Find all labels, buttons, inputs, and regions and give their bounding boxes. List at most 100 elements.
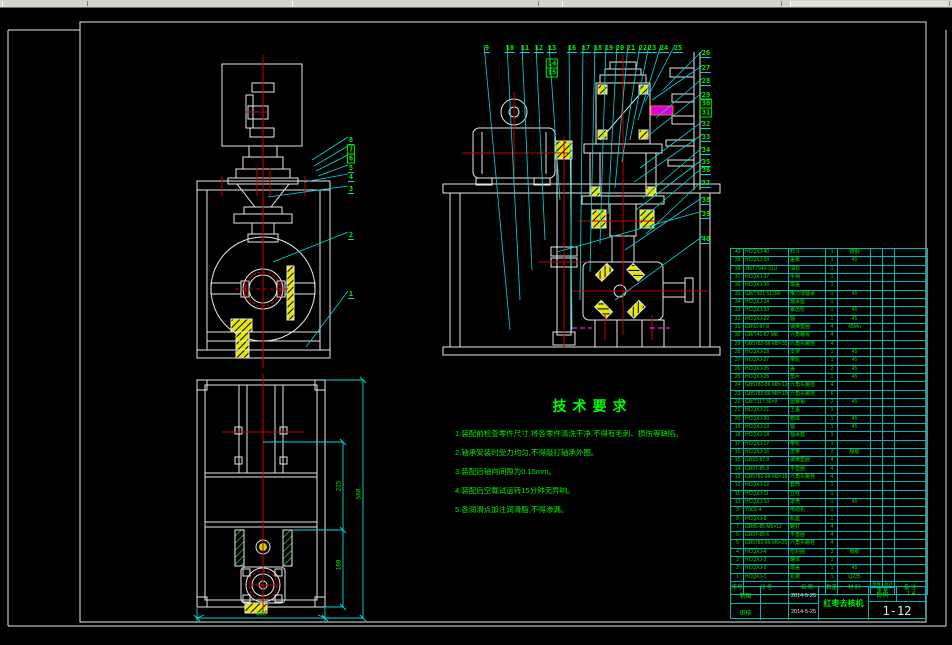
parts-cell-mat: 45	[838, 398, 871, 407]
drawing-title: 红枣去核机	[819, 587, 869, 620]
parts-cell-no: 14	[731, 465, 744, 473]
parts-table-row: 20 HCQXJ-20 箱体 1 45	[731, 415, 927, 424]
parts-cell-no: 15	[731, 457, 744, 465]
parts-cell-qty: 4	[826, 465, 838, 473]
parts-cell-qty: 1	[826, 432, 838, 440]
parts-table-row: 39 HCQXJ-39 盖板 1 45	[731, 257, 927, 266]
parts-cell-w1	[871, 323, 883, 332]
parts-cell-no: 4	[731, 548, 744, 557]
callout-11: 11	[519, 44, 531, 54]
parts-cell-mat	[838, 382, 871, 390]
parts-cell-mat: 45	[838, 365, 871, 373]
parts-cell-w2	[883, 482, 895, 490]
parts-table-row: 32 HCQXJ-32 轴 1 45	[731, 315, 927, 324]
parts-cell-name: 六角头螺栓	[789, 390, 826, 398]
parts-cell-code: HCQXJ-40	[744, 249, 789, 257]
parts-table-row: 11 HCQXJ-11 立柱 1	[731, 490, 927, 499]
checked-date: 2014-5-25	[789, 604, 819, 620]
parts-cell-code: Y90S-4	[744, 507, 789, 515]
parts-cell-w2	[883, 540, 895, 548]
parts-cell-no: 11	[731, 490, 744, 498]
parts-cell-no: 10	[731, 498, 744, 507]
parts-cell-mat	[838, 515, 871, 523]
parts-cell-qty: 1	[826, 490, 838, 498]
parts-cell-code: HCQXJ-10	[744, 498, 789, 507]
parts-table-row: 24 GB5782-86 M8×120 六角头螺栓 4	[731, 382, 927, 391]
parts-cell-mat	[838, 523, 871, 532]
parts-cell-w2	[883, 249, 895, 257]
parts-cell-w2	[883, 532, 895, 540]
parts-cell-code: HCQXJ-20	[744, 415, 789, 423]
parts-cell-mat: 铸钢	[838, 249, 871, 257]
parts-cell-name: 端盖	[789, 565, 826, 573]
parts-cell-qty: 4	[826, 532, 838, 540]
parts-cell-no: 12	[731, 482, 744, 490]
parts-cell-name: 手柄	[789, 273, 826, 282]
parts-cell-w1	[871, 532, 883, 540]
callout-17: 17	[580, 44, 592, 54]
parts-cell-note	[895, 291, 925, 298]
parts-cell-w2	[883, 440, 895, 448]
parts-cell-no: 17	[731, 440, 744, 448]
parts-cell-note	[895, 332, 925, 339]
parts-cell-w2	[883, 415, 895, 423]
parts-cell-w1	[871, 332, 883, 340]
parts-cell-w1	[871, 273, 883, 282]
parts-cell-w2	[883, 573, 895, 582]
parts-cell-no: 36	[731, 282, 744, 290]
parts-cell-w2	[883, 365, 895, 373]
app-toolbar[interactable]	[0, 0, 952, 8]
parts-cell-w1	[871, 457, 883, 465]
parts-cell-code: HCQXJ-4	[744, 548, 789, 557]
parts-cell-name: 套筒	[789, 482, 826, 490]
parts-cell-qty: 1	[826, 507, 838, 515]
toolbar-segment	[562, 1, 782, 6]
parts-cell-name: 带轮	[789, 357, 826, 365]
parts-cell-no: 35	[731, 290, 744, 298]
parts-cell-qty: 1	[826, 440, 838, 448]
parts-cell-w2	[883, 523, 895, 532]
parts-cell-code: HCQXJ-17	[744, 440, 789, 448]
callout-27: 27	[700, 64, 712, 74]
parts-cell-note	[895, 474, 925, 481]
callout-10: 10	[504, 44, 516, 54]
parts-cell-qty: 1	[826, 373, 838, 382]
parts-cell-qty: 4	[826, 473, 838, 482]
parts-cell-mat	[838, 298, 871, 307]
parts-cell-qty: 4	[826, 457, 838, 465]
parts-cell-name: 平垫圈	[789, 465, 826, 473]
parts-cell-mat	[838, 273, 871, 282]
parts-cell-w2	[883, 498, 895, 507]
parts-cell-w1	[871, 298, 883, 307]
parts-cell-qty: 2	[826, 398, 838, 407]
parts-cell-note	[895, 349, 925, 356]
parts-cell-qty: 1	[826, 315, 838, 323]
parts-cell-w1	[871, 465, 883, 473]
parts-table-row: 6 GB97-85 6 平垫圈 4	[731, 532, 927, 541]
tech-requirement-item: 2.轴承安装时受力均匀,不得敲打轴承外圈。	[455, 449, 599, 457]
parts-cell-note	[895, 416, 925, 423]
parts-cell-note	[895, 274, 925, 281]
parts-cell-w1	[871, 440, 883, 448]
parts-cell-code: GB5782-86 M8×120	[745, 382, 789, 390]
drawn-date: 2014-5-25	[789, 587, 819, 604]
parts-cell-mat	[838, 340, 871, 348]
parts-cell-code: HCQXJ-12	[744, 482, 789, 490]
parts-cell-code: GB97-85 6	[744, 532, 789, 540]
parts-cell-note	[895, 341, 925, 348]
parts-cell-code: HCQXJ-27	[744, 357, 789, 365]
parts-cell-mat: 45	[838, 565, 871, 573]
parts-cell-name: 端盖	[789, 282, 826, 290]
callout-16: 16	[566, 44, 578, 54]
cad-canvas[interactable]: 9 10 11 12 13 16 17 18 19 20 21 22 23 24 25 14 15 26 27 28 2…	[0, 8, 952, 645]
parts-cell-note	[895, 491, 925, 498]
parts-cell-name: 立柱	[789, 490, 826, 498]
parts-cell-code: HCQXJ-11	[744, 490, 789, 498]
parts-cell-code: HCQXJ-19	[744, 423, 789, 432]
parts-cell-name: 轴承套	[789, 432, 826, 440]
parts-cell-qty: 4	[826, 323, 838, 332]
parts-cell-qty: 1	[826, 357, 838, 365]
parts-cell-w2	[883, 307, 895, 315]
parts-cell-name: 箱体	[789, 415, 826, 423]
parts-cell-note	[895, 482, 925, 489]
